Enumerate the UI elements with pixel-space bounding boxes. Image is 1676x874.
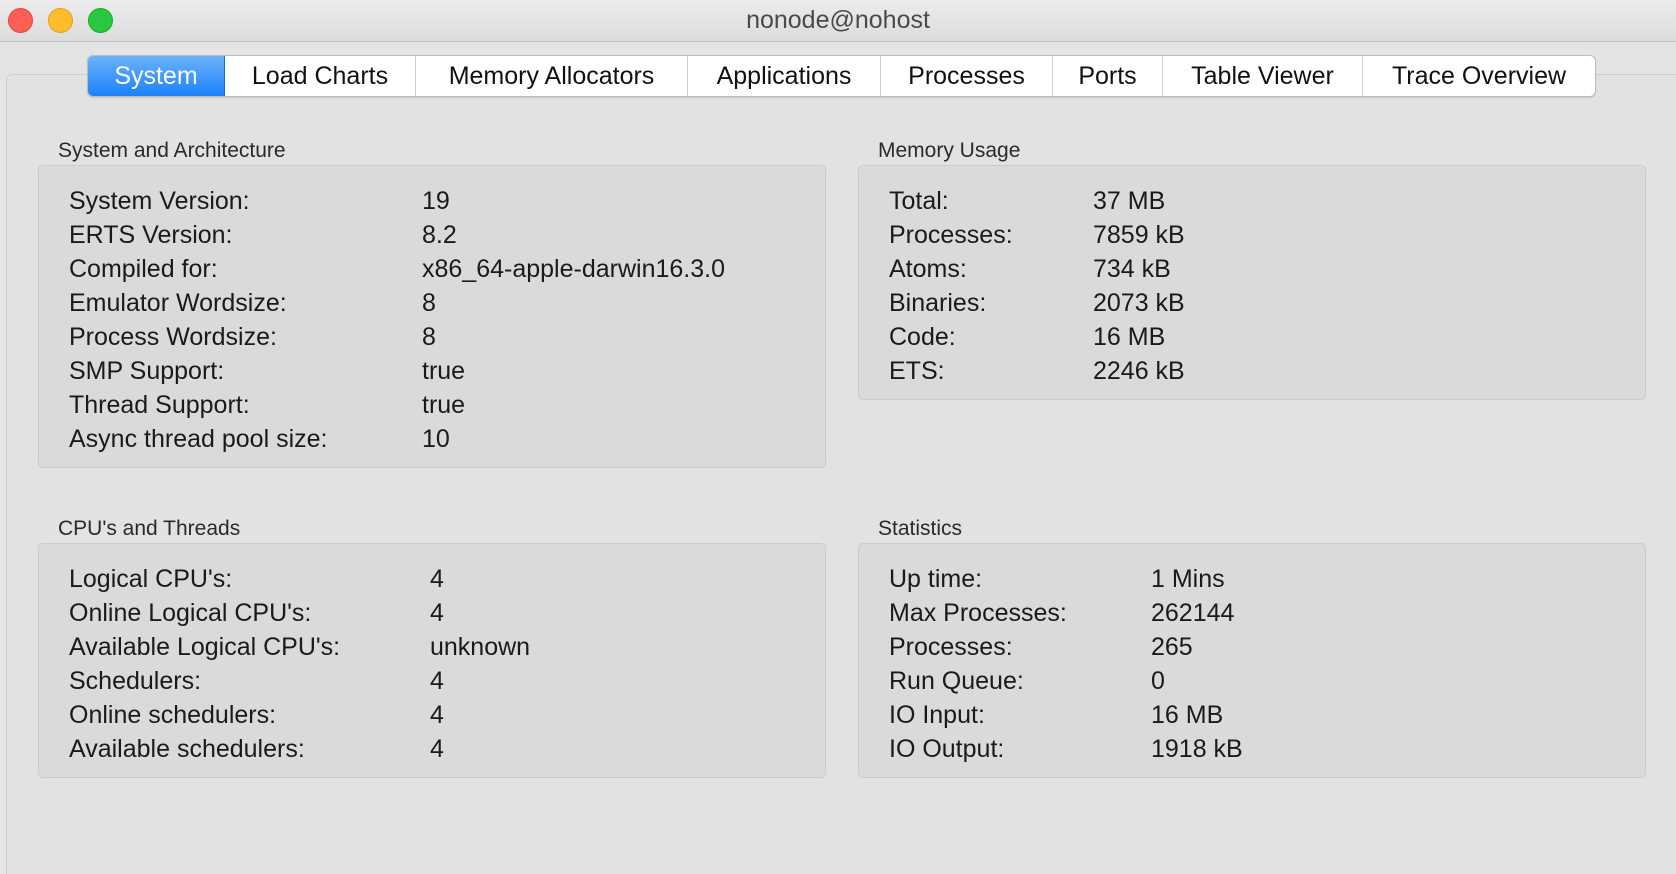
window-title: nonode@nohost: [746, 6, 930, 34]
info-value: 7859 kB: [1093, 221, 1185, 249]
tab-memory-allocators[interactable]: Memory Allocators: [416, 56, 688, 96]
tab-ports[interactable]: Ports: [1053, 56, 1163, 96]
cpu-threads-heading: CPU's and Threads: [58, 517, 241, 540]
info-value: 8: [422, 289, 436, 317]
statistics-panel: Up time: 1 Mins Max Processes: 262144 Pr…: [858, 543, 1646, 778]
info-label: Online Logical CPU's:: [69, 599, 312, 627]
info-value: 8.2: [422, 221, 457, 249]
info-value: 2246 kB: [1093, 357, 1185, 385]
info-label: Emulator Wordsize:: [69, 289, 287, 317]
info-label: Available schedulers:: [69, 735, 305, 763]
cpu-threads-panel: Logical CPU's: 4 Online Logical CPU's: 4…: [38, 543, 826, 778]
info-value: 16 MB: [1151, 701, 1224, 729]
statistics-heading: Statistics: [878, 517, 963, 540]
memory-usage-heading: Memory Usage: [878, 139, 1021, 162]
info-value: 19: [422, 187, 450, 215]
tab-table-viewer[interactable]: Table Viewer: [1163, 56, 1363, 96]
info-value: 8: [422, 323, 436, 351]
info-value: 10: [422, 425, 450, 453]
tab-applications[interactable]: Applications: [688, 56, 881, 96]
info-value: true: [422, 391, 466, 419]
info-label: ETS:: [889, 357, 945, 385]
info-label: Binaries:: [889, 289, 987, 317]
info-value: 1 Mins: [1151, 565, 1225, 593]
info-label: IO Input:: [889, 701, 985, 729]
info-label: Total:: [889, 187, 949, 215]
info-label: System Version:: [69, 187, 250, 215]
tab-processes[interactable]: Processes: [881, 56, 1053, 96]
info-value: 0: [1151, 667, 1165, 695]
info-value: 262144: [1151, 599, 1235, 627]
title-bar: nonode@nohost: [0, 0, 1676, 42]
info-label: Compiled for:: [69, 255, 218, 283]
tab-system[interactable]: System: [88, 56, 225, 96]
info-value: 4: [430, 667, 444, 695]
info-label: IO Output:: [889, 735, 1005, 763]
info-value: 1918 kB: [1151, 735, 1243, 763]
info-label: Max Processes:: [889, 599, 1067, 627]
info-label: Run Queue:: [889, 667, 1024, 695]
info-value: unknown: [430, 633, 531, 661]
info-label: Schedulers:: [69, 667, 202, 695]
system-architecture-heading: System and Architecture: [58, 139, 286, 162]
info-value: 4: [430, 701, 444, 729]
tab-load-charts[interactable]: Load Charts: [225, 56, 416, 96]
info-value: 4: [430, 735, 444, 763]
info-value: 16 MB: [1093, 323, 1166, 351]
info-label: Online schedulers:: [69, 701, 277, 729]
info-value: x86_64-apple-darwin16.3.0: [422, 255, 725, 283]
info-label: Code:: [889, 323, 956, 351]
info-label: Available Logical CPU's:: [69, 633, 341, 661]
info-label: Processes:: [889, 633, 1013, 661]
info-label: SMP Support:: [69, 357, 225, 385]
info-label: Thread Support:: [69, 391, 250, 419]
info-value: 734 kB: [1093, 255, 1171, 283]
info-label: Process Wordsize:: [69, 323, 277, 351]
info-label: Atoms:: [889, 255, 967, 283]
info-label: Up time:: [889, 565, 983, 593]
observer-window: nonode@nohost System Load Charts Memory …: [0, 0, 1676, 874]
info-value: 2073 kB: [1093, 289, 1185, 317]
tab-bar: System Load Charts Memory Allocators App…: [87, 55, 1596, 97]
system-architecture-panel: System Version: 19 ERTS Version: 8.2 Com…: [38, 165, 826, 468]
memory-usage-panel: Total: 37 MB Processes: 7859 kB Atoms: 7…: [858, 165, 1646, 400]
info-value: 4: [430, 599, 444, 627]
info-label: ERTS Version:: [69, 221, 233, 249]
info-value: 265: [1151, 633, 1193, 661]
info-value: 37 MB: [1093, 187, 1166, 215]
tab-trace-overview[interactable]: Trace Overview: [1363, 56, 1595, 96]
info-label: Async thread pool size:: [69, 425, 328, 453]
info-label: Processes:: [889, 221, 1013, 249]
info-label: Logical CPU's:: [69, 565, 233, 593]
info-value: 4: [430, 565, 444, 593]
info-value: true: [422, 357, 466, 385]
